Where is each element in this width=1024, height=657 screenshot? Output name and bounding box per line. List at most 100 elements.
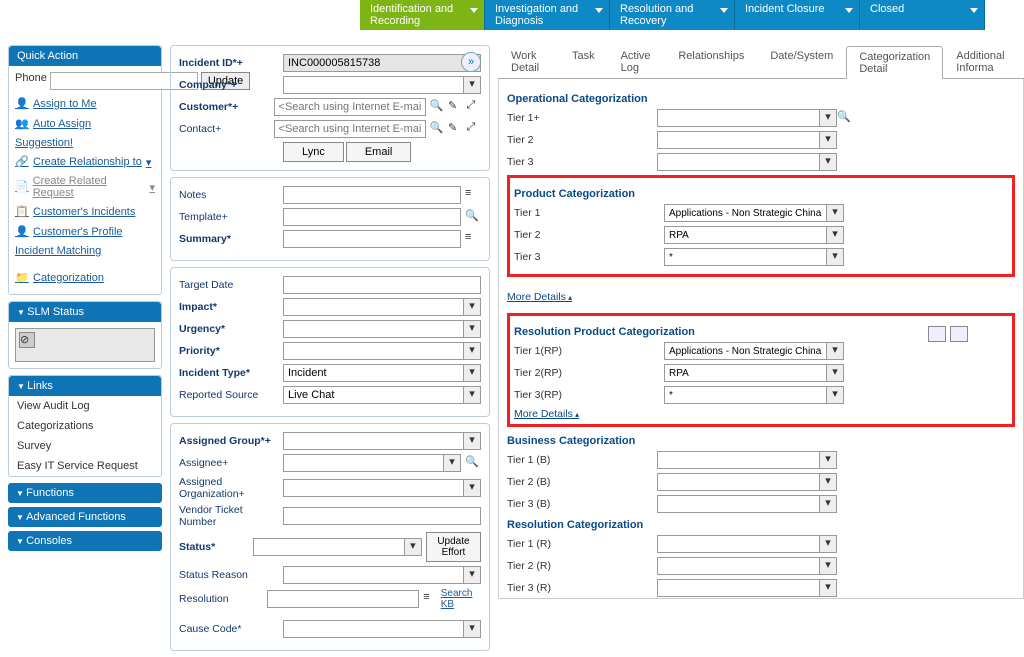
rp-tier2-select[interactable]: ▾ — [664, 364, 844, 382]
tab-active-log[interactable]: Active Log — [608, 45, 666, 78]
advanced-functions-header[interactable]: Advanced Functions — [8, 507, 162, 527]
view-audit-log-link[interactable]: View Audit Log — [9, 396, 161, 416]
copy-icon[interactable] — [928, 326, 946, 342]
paste-icon[interactable] — [950, 326, 968, 342]
priority-select[interactable]: ▾ — [283, 342, 481, 360]
tab-date-system[interactable]: Date/System — [757, 45, 846, 78]
dropdown-icon[interactable]: ▾ — [463, 479, 481, 497]
search-icon[interactable]: 🔍 — [837, 110, 853, 126]
dropdown-icon[interactable]: ▾ — [463, 432, 481, 450]
search-icon[interactable]: 🔍 — [430, 99, 444, 115]
workflow-tab-closed[interactable]: Closed — [860, 0, 985, 30]
email-button[interactable]: Email — [346, 142, 412, 162]
target-date-field[interactable] — [283, 276, 481, 294]
easy-it-link[interactable]: Easy IT Service Request — [9, 456, 161, 476]
expand-icon[interactable]: ⤢ — [467, 99, 481, 115]
edit-icon[interactable]: ✎ — [448, 99, 462, 115]
more-details-toggle[interactable]: More Details — [507, 291, 572, 303]
dropdown-icon[interactable]: ▾ — [826, 226, 844, 244]
summary-field[interactable] — [283, 230, 461, 248]
company-select[interactable]: ▾ — [283, 76, 481, 94]
impact-select[interactable]: ▾ — [283, 298, 481, 316]
survey-link[interactable]: Survey — [9, 436, 161, 456]
prod-tier3-select[interactable]: ▾ — [664, 248, 844, 266]
workflow-tab-closure[interactable]: Incident Closure — [735, 0, 860, 30]
notes-field[interactable] — [283, 186, 461, 204]
status-reason-select[interactable]: ▾ — [283, 566, 481, 584]
prod-tier1-select[interactable]: ▾ — [664, 204, 844, 222]
assign-to-me-link[interactable]: 👤Assign to Me — [15, 94, 155, 114]
dropdown-icon[interactable]: ▾ — [463, 620, 481, 638]
workflow-tab-investigation[interactable]: Investigation and Diagnosis — [485, 0, 610, 30]
dropdown-icon[interactable]: ▾ — [819, 131, 837, 149]
dropdown-icon[interactable]: ▾ — [819, 579, 837, 597]
dropdown-icon[interactable]: ▾ — [463, 386, 481, 404]
dropdown-icon[interactable]: ▾ — [463, 320, 481, 338]
lync-button[interactable]: Lync — [283, 142, 344, 162]
status-select[interactable]: ▾ — [253, 538, 422, 556]
search-icon[interactable]: 🔍 — [465, 455, 481, 471]
res-tier3-select[interactable]: ▾ — [657, 579, 837, 597]
cause-code-select[interactable]: ▾ — [283, 620, 481, 638]
resolution-field[interactable] — [267, 590, 419, 608]
dropdown-icon[interactable]: ▾ — [819, 495, 837, 513]
dropdown-icon[interactable]: ▾ — [819, 153, 837, 171]
refresh-icon[interactable]: » — [461, 52, 481, 72]
dropdown-icon[interactable]: ▾ — [463, 364, 481, 382]
dropdown-icon[interactable]: ▾ — [404, 538, 422, 556]
search-icon[interactable]: 🔍 — [430, 121, 444, 137]
biz-tier3-select[interactable]: ▾ — [657, 495, 837, 513]
vendor-ticket-field[interactable] — [283, 507, 481, 525]
dropdown-icon[interactable]: ▾ — [443, 454, 461, 472]
dropdown-icon[interactable]: ▾ — [819, 451, 837, 469]
search-icon[interactable]: 🔍 — [465, 209, 481, 225]
tab-work-detail[interactable]: Work Detail — [498, 45, 559, 78]
res-tier1-select[interactable]: ▾ — [657, 535, 837, 553]
rp-tier1-select[interactable]: ▾ — [664, 342, 844, 360]
auto-assign-link[interactable]: 👥Auto Assign — [15, 114, 155, 134]
suggestion-link[interactable]: Suggestion! — [15, 134, 155, 152]
dropdown-icon[interactable]: ▾ — [826, 204, 844, 222]
contact-field[interactable] — [274, 120, 426, 138]
op-tier1-select[interactable]: ▾ — [657, 109, 837, 127]
incident-matching-link[interactable]: Incident Matching — [15, 242, 155, 260]
dropdown-icon[interactable]: ▾ — [826, 248, 844, 266]
tab-additional-info[interactable]: Additional Informa — [943, 45, 1024, 78]
dropdown-icon[interactable]: ▾ — [826, 342, 844, 360]
dropdown-icon[interactable]: ▾ — [463, 566, 481, 584]
customers-profile-link[interactable]: 👤Customer's Profile — [15, 222, 155, 242]
rp-tier3-select[interactable]: ▾ — [664, 386, 844, 404]
tab-categorization-detail[interactable]: Categorization Detail — [846, 46, 943, 79]
biz-tier2-select[interactable]: ▾ — [657, 473, 837, 491]
links-header[interactable]: Links — [9, 376, 161, 396]
expand-icon[interactable]: ⤢ — [467, 121, 481, 137]
res-tier2-select[interactable]: ▾ — [657, 557, 837, 575]
dropdown-icon[interactable]: ▾ — [819, 535, 837, 553]
menu-icon[interactable]: ≡ — [423, 591, 436, 607]
tab-task[interactable]: Task — [559, 45, 608, 78]
create-relationship-link[interactable]: 🔗Create Relationship to▾ — [15, 152, 155, 172]
search-kb-link[interactable]: Search KB — [441, 588, 481, 610]
categorizations-link[interactable]: Categorizations — [9, 416, 161, 436]
categorization-link[interactable]: 📁Categorization — [15, 268, 155, 288]
consoles-header[interactable]: Consoles — [8, 531, 162, 551]
dropdown-icon[interactable]: ▾ — [463, 342, 481, 360]
template-field[interactable] — [283, 208, 461, 226]
tab-relationships[interactable]: Relationships — [665, 45, 757, 78]
assigned-group-select[interactable]: ▾ — [283, 432, 481, 450]
slm-status-header[interactable]: SLM Status — [9, 302, 161, 322]
op-tier2-select[interactable]: ▾ — [657, 131, 837, 149]
customers-incidents-link[interactable]: 📋Customer's Incidents — [15, 202, 155, 222]
dropdown-icon[interactable]: ▾ — [826, 364, 844, 382]
dropdown-icon[interactable]: ▾ — [826, 386, 844, 404]
op-tier3-select[interactable]: ▾ — [657, 153, 837, 171]
menu-icon[interactable]: ≡ — [465, 231, 481, 247]
dropdown-icon[interactable]: ▾ — [819, 473, 837, 491]
create-related-request-link[interactable]: 📄Create Related Request▾ — [15, 172, 155, 202]
customer-field[interactable] — [274, 98, 426, 116]
edit-icon[interactable]: ✎ — [448, 121, 462, 137]
dropdown-icon[interactable]: ▾ — [463, 76, 481, 94]
dropdown-icon[interactable]: ▾ — [463, 298, 481, 316]
incident-type-select[interactable]: ▾ — [283, 364, 481, 382]
workflow-tab-identification[interactable]: Identification and Recording Normal — [360, 0, 485, 30]
